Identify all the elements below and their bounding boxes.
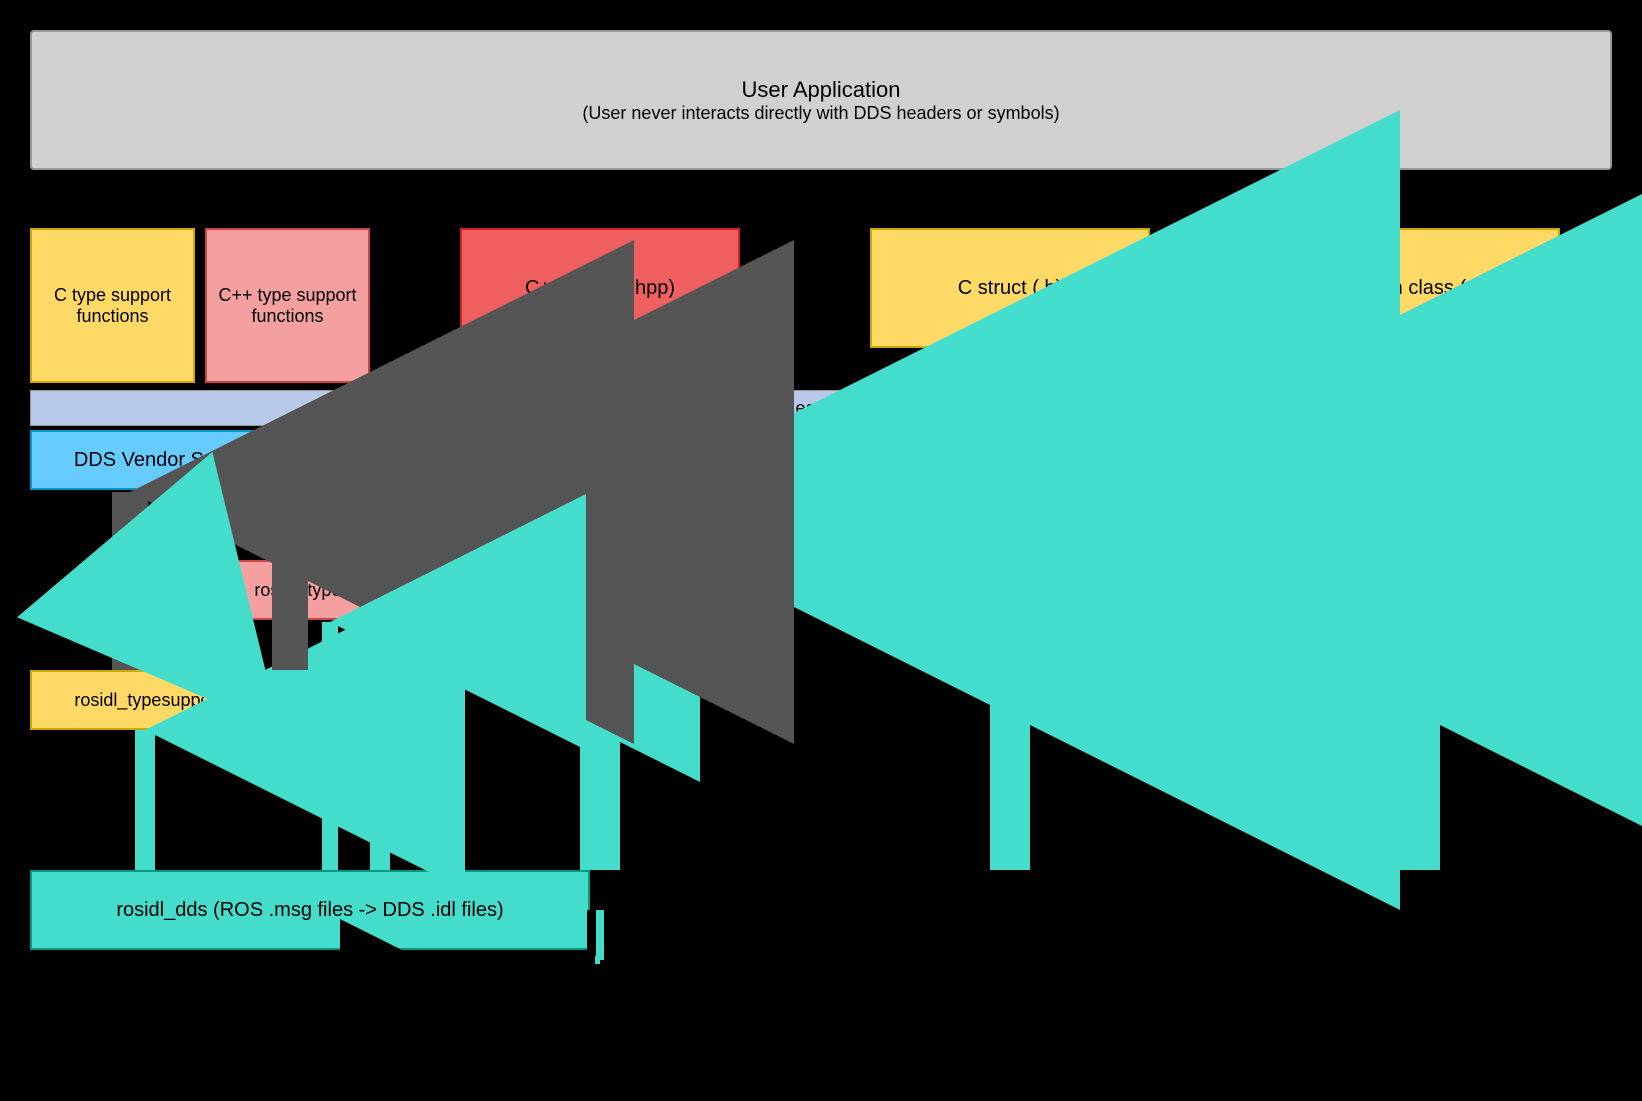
cpp-struct-box: C++ struct (.hpp) bbox=[460, 228, 740, 348]
rosidl-gen-py-box: rosidl_generator_py bbox=[1280, 430, 1560, 490]
c-type-box: C type support functions bbox=[30, 228, 195, 383]
msg-label-1: .msg bbox=[565, 800, 604, 821]
msg-label-2: .msg bbox=[975, 800, 1014, 821]
user-app-box: User Application (User never interacts d… bbox=[30, 30, 1612, 170]
rosidl-dds-label: rosidl_dds (ROS .msg files -> DDS .idl f… bbox=[116, 899, 503, 922]
c-struct-box: C struct (.h) bbox=[870, 228, 1150, 348]
cpp-type-label: C++ type support functions bbox=[215, 285, 360, 327]
user-app-title: User Application bbox=[742, 77, 901, 103]
rosidl-gen-c-label: rosidl_generator_c bbox=[935, 450, 1084, 471]
rosidl-gen-cpp-box: rosidl_generator_cpp bbox=[460, 430, 740, 490]
user-app-subtitle: (User never interacts directly with DDS … bbox=[582, 103, 1059, 124]
rosidl-typesupport-cpp-label: rosidl_typesupport_<dds_vendor>_cpp bbox=[254, 580, 565, 601]
cpp-struct-label: C++ struct (.hpp) bbox=[525, 277, 675, 300]
rosidl-typesupport-c-label: rosidl_typesupport_<dds_vendor>_c bbox=[74, 690, 365, 711]
cpp-type-box: C++ type support functions bbox=[205, 228, 370, 383]
diagram: User Application (User never interacts d… bbox=[0, 0, 1642, 1101]
rosidl-gen-py-label: rosidl_generator_py bbox=[1340, 450, 1499, 471]
rosidl-typesupport-c-box: rosidl_typesupport_<dds_vendor>_c bbox=[30, 670, 410, 730]
idl-label-1: .idl bbox=[112, 820, 132, 838]
rosidl-gen-cpp-label: rosidl_generator_cpp bbox=[515, 450, 684, 471]
python-class-label: Python class (.py) bbox=[1341, 277, 1500, 300]
dds-vendor-label: DDS Vendor Specific Funcs. bbox=[74, 449, 326, 472]
for-each-bar: For each .msg bbox=[30, 390, 1612, 426]
idl-label-2: .idl bbox=[345, 820, 365, 838]
msg-label-3: .msg bbox=[1385, 800, 1424, 821]
rosidl-gen-c-box: rosidl_generator_c bbox=[870, 430, 1150, 490]
for-each-label: For each .msg bbox=[763, 398, 878, 419]
dds-vendor-box: DDS Vendor Specific Funcs. bbox=[30, 430, 370, 490]
rosidl-dds-box: rosidl_dds (ROS .msg files -> DDS .idl f… bbox=[30, 870, 590, 950]
rosidl-typesupport-cpp-box: rosidl_typesupport_<dds_vendor>_cpp bbox=[210, 560, 610, 620]
python-class-box: Python class (.py) bbox=[1280, 228, 1560, 348]
c-struct-label: C struct (.h) bbox=[958, 277, 1062, 300]
c-type-label: C type support functions bbox=[40, 285, 185, 327]
